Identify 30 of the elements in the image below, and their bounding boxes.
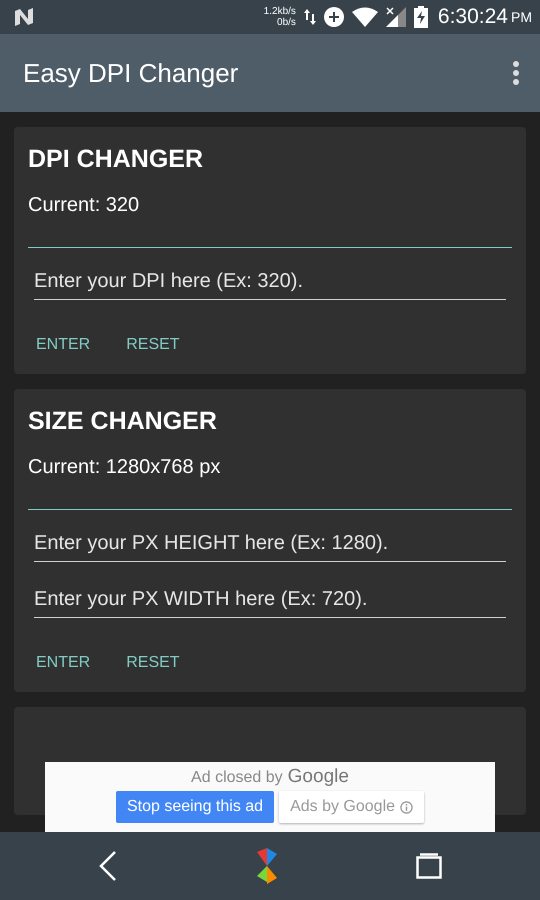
launcher-logo-icon[interactable] [254, 848, 279, 884]
clock-time: 6:30:24 [438, 5, 508, 29]
data-arrows-icon [304, 8, 316, 26]
text-button[interactable]: ENTER [28, 644, 98, 682]
battery-charging-icon [414, 6, 428, 28]
signal-icon [386, 7, 406, 27]
plus-circle-icon [324, 7, 344, 27]
overflow-menu-icon[interactable] [512, 61, 520, 85]
wifi-icon [352, 7, 378, 27]
info-icon [400, 800, 414, 814]
back-icon[interactable] [98, 851, 118, 881]
stop-ad-button[interactable]: Stop seeing this ad [116, 791, 274, 823]
ad-notice: Ad closed by [191, 769, 283, 787]
current-value: Current: 1280x768 px [28, 456, 222, 479]
clock-period: PM [511, 9, 532, 25]
input-field[interactable]: Enter your DPI here (Ex: 320). [34, 266, 506, 300]
text-button[interactable]: RESET [118, 644, 188, 682]
upload-speed: 1.2kb/s [264, 6, 296, 17]
card-title: DPI CHANGER [28, 145, 204, 174]
text-button[interactable]: ENTER [28, 326, 98, 364]
download-speed: 0b/s [277, 17, 296, 28]
card-title: SIZE CHANGER [28, 407, 218, 436]
brand-wordmark: Google [288, 766, 349, 788]
current-value: Current: 320 [28, 194, 140, 217]
app-title: Easy DPI Changer [23, 58, 240, 88]
n-logo-icon [14, 8, 34, 26]
input-field[interactable]: Enter your PX WIDTH here (Ex: 720). [34, 584, 506, 618]
input-field[interactable]: Enter your PX HEIGHT here (Ex: 1280). [34, 528, 506, 562]
text-button[interactable]: RESET [118, 326, 188, 364]
recents-icon[interactable] [416, 853, 442, 879]
